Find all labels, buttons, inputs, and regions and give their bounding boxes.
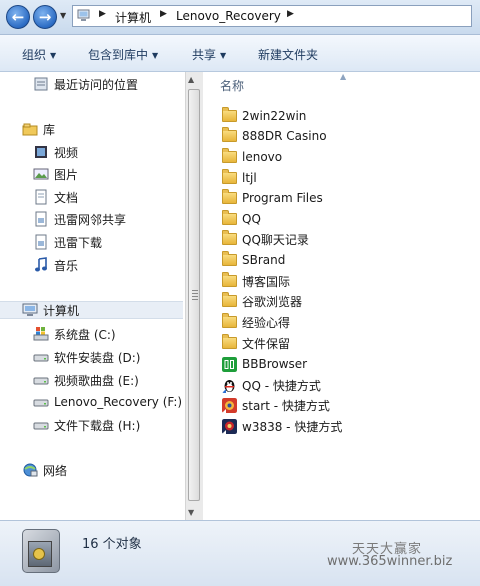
hard-drive-icon <box>33 377 49 385</box>
folder-icon <box>222 251 237 266</box>
list-item[interactable]: lenovo <box>222 147 282 167</box>
forward-arrow-icon: → <box>38 8 52 26</box>
nav-xunlei-downloads[interactable]: 迅雷下载 <box>33 233 102 251</box>
scrollbar-thumb[interactable] <box>188 89 200 501</box>
hard-drive-icon <box>33 399 49 407</box>
address-field[interactable]: ▶ 计算机 ▶ Lenovo_Recovery ▶ <box>72 5 472 27</box>
nav-music[interactable]: 音乐 <box>33 256 78 274</box>
folder-icon <box>222 169 237 184</box>
folder-icon <box>222 313 237 328</box>
list-item[interactable]: 文件保留 <box>222 333 290 353</box>
list-item[interactable]: 经验心得 <box>222 312 290 332</box>
sort-ascending-icon: ▲ <box>340 72 347 81</box>
windows-drive-icon <box>33 327 49 341</box>
list-item[interactable]: 888DR Casino <box>222 126 327 146</box>
folder-icon <box>222 272 237 287</box>
list-item[interactable]: QQ <box>222 209 261 229</box>
chevron-down-icon: ▼ <box>152 51 159 60</box>
hard-drive-icon <box>33 422 49 430</box>
nav-drive-h[interactable]: 文件下载盘 (H:) <box>33 416 140 434</box>
nav-pictures[interactable]: 图片 <box>33 165 78 183</box>
navigation-scrollbar[interactable]: ▲ ▼ <box>185 72 203 520</box>
folder-icon <box>222 189 237 204</box>
network-icon <box>23 463 38 477</box>
item-count: 16 个对象 <box>82 537 142 552</box>
folder-icon <box>222 127 237 142</box>
start-app-icon <box>222 397 237 413</box>
address-bar: ← → ▼ ▶ 计算机 ▶ Lenovo_Recovery ▶ <box>0 0 480 35</box>
recent-pages-dropdown[interactable]: ▼ <box>60 11 66 20</box>
pictures-icon <box>33 168 49 180</box>
nav-recent-places[interactable]: 最近访问的位置 <box>33 75 138 93</box>
scroll-down-arrow-icon[interactable]: ▼ <box>188 508 194 517</box>
scroll-up-arrow-icon[interactable]: ▲ <box>188 75 194 84</box>
nav-drive-f[interactable]: Lenovo_Recovery (F:) <box>33 393 182 411</box>
nav-documents[interactable]: 文档 <box>33 188 78 206</box>
list-item[interactable]: QQ - 快捷方式 <box>222 375 321 395</box>
computer-icon <box>77 9 90 21</box>
watermark-url: www.365winner.biz <box>327 554 453 569</box>
breadcrumb-separator[interactable]: ▶ <box>287 9 294 19</box>
folder-icon <box>222 230 237 245</box>
nav-library[interactable]: 库 <box>22 120 55 138</box>
forward-button[interactable]: → <box>33 5 57 29</box>
list-item[interactable]: 2win22win <box>222 106 306 126</box>
file-list-pane: ▲ 名称 2win22win 888DR Casino lenovo ltjl … <box>203 72 480 520</box>
nav-videos[interactable]: 视频 <box>33 143 78 161</box>
list-item[interactable]: w3838 - 快捷方式 <box>222 416 342 436</box>
back-arrow-icon: ← <box>11 8 25 26</box>
back-button[interactable]: ← <box>6 5 30 29</box>
hard-drive-icon <box>33 354 49 362</box>
library-document-icon <box>35 234 47 250</box>
breadcrumb-computer[interactable]: 计算机 <box>115 9 151 26</box>
nav-drive-c[interactable]: 系统盘 (C:) <box>33 325 116 343</box>
include-in-library-menu[interactable]: 包含到库中 ▼ <box>88 46 158 63</box>
folder-icon <box>222 292 237 307</box>
nav-drive-d[interactable]: 软件安装盘 (D:) <box>33 348 140 366</box>
command-toolbar: 组织 ▼ 包含到库中 ▼ 共享 ▼ 新建文件夹 <box>0 35 480 72</box>
list-item[interactable]: 博客国际 <box>222 271 290 291</box>
nav-computer[interactable]: 计算机 <box>0 301 183 319</box>
folder-icon <box>222 148 237 163</box>
computer-icon <box>22 303 38 316</box>
nav-xunlei-share[interactable]: 迅雷网邻共享 <box>33 210 126 228</box>
list-item[interactable]: 谷歌浏览器 <box>222 291 302 311</box>
breadcrumb-separator[interactable]: ▶ <box>99 9 106 19</box>
list-item[interactable]: SBrand <box>222 250 285 270</box>
details-status-bar: 16 个对象 天天大赢家 www.365winner.biz <box>0 520 480 586</box>
list-item[interactable]: QQ聊天记录 <box>222 229 309 249</box>
video-icon <box>35 146 47 158</box>
list-item[interactable]: ltjl <box>222 168 257 188</box>
folder-icon <box>222 210 237 225</box>
bbbrowser-icon <box>222 356 237 372</box>
list-item[interactable]: BBBrowser <box>222 354 307 374</box>
chevron-down-icon: ▼ <box>50 51 57 60</box>
chevron-down-icon: ▼ <box>220 51 227 60</box>
column-header-name[interactable]: 名称 <box>220 77 244 94</box>
qq-penguin-icon <box>222 379 235 393</box>
navigation-pane: 最近访问的位置 库 视频 图片 文档 迅雷网邻共享 迅雷下载 音乐 计算机 系统… <box>0 72 185 520</box>
breadcrumb-separator[interactable]: ▶ <box>160 9 167 19</box>
safe-icon <box>22 529 60 573</box>
music-note-icon <box>35 257 47 272</box>
folder-icon <box>222 107 237 122</box>
list-item[interactable]: start - 快捷方式 <box>222 395 330 415</box>
w3838-app-icon <box>222 418 237 434</box>
folder-icon <box>222 334 237 349</box>
recent-places-icon <box>34 77 48 91</box>
nav-drive-e[interactable]: 视频歌曲盘 (E:) <box>33 371 139 389</box>
new-folder-button[interactable]: 新建文件夹 <box>258 46 318 63</box>
library-icon <box>22 123 38 136</box>
grip-icon <box>192 290 198 300</box>
breadcrumb-lenovo-recovery[interactable]: Lenovo_Recovery <box>176 9 281 23</box>
list-item[interactable]: Program Files <box>222 188 323 208</box>
share-menu[interactable]: 共享 ▼ <box>192 46 226 63</box>
organize-menu[interactable]: 组织 ▼ <box>22 46 56 63</box>
nav-network[interactable]: 网络 <box>22 461 67 479</box>
documents-icon <box>35 189 47 205</box>
library-document-icon <box>35 211 47 227</box>
